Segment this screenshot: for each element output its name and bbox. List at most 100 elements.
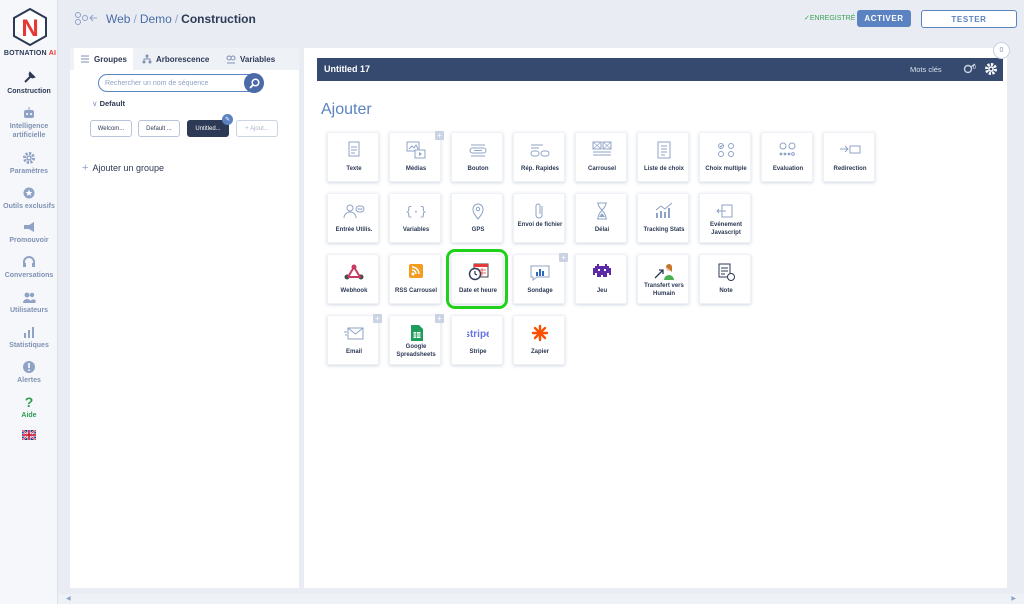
expand-plus-icon[interactable]: + — [373, 314, 382, 323]
activate-button[interactable]: ACTIVER — [857, 10, 911, 27]
keywords-label[interactable]: Mots clés — [910, 65, 942, 74]
component-card-rss[interactable]: RSS Carrousel — [389, 254, 441, 304]
component-card-variables[interactable]: {·} Variables — [389, 193, 441, 243]
test-button[interactable]: TESTER — [921, 10, 1017, 28]
human-transfer-icon — [654, 264, 674, 280]
chevron-down-icon: ∨ — [92, 99, 100, 108]
keywords-icon[interactable]: 0 — [963, 63, 977, 75]
component-card-stripe[interactable]: stripe Stripe — [451, 315, 503, 365]
search-button[interactable] — [244, 73, 264, 93]
component-card-rating[interactable]: Evaluation — [761, 132, 813, 182]
headset-icon — [23, 256, 35, 267]
settings-gear-icon[interactable] — [984, 62, 998, 76]
flow-back-icon[interactable] — [74, 11, 98, 25]
saved-status: ✓ENREGISTRÉ — [804, 15, 856, 22]
sequence-title[interactable]: Untitled 17 — [324, 64, 370, 74]
sidebar-item-settings[interactable]: Paramètres — [0, 151, 58, 176]
tab-variables[interactable]: Variables — [226, 54, 275, 64]
language-selector[interactable] — [0, 430, 58, 442]
component-card-file-upload[interactable]: Envoi de fichier — [513, 193, 565, 243]
tab-tree[interactable]: Arborescence — [142, 54, 209, 64]
component-card-tracking[interactable]: Tracking Stats — [637, 193, 689, 243]
sidebar-item-promote[interactable]: Promouvoir — [0, 220, 58, 245]
component-card-zapier[interactable]: Zapier — [513, 315, 565, 365]
file-upload-icon — [535, 203, 543, 219]
horizontal-scrollbar[interactable]: ◀ ▶ — [58, 594, 1024, 604]
component-label: Transfert vers Humain — [644, 283, 684, 297]
botnation-logo[interactable]: N — [13, 8, 47, 46]
sidebar-item-construction[interactable]: Construction — [0, 71, 58, 96]
component-label: Note — [719, 288, 733, 294]
component-card-datetime[interactable]: Date et heure — [446, 249, 508, 309]
component-card-button[interactable]: Bouton — [451, 132, 503, 182]
hourglass-icon — [597, 202, 607, 220]
poll-icon — [530, 265, 550, 281]
sidebar-item-alerts[interactable]: Alertes — [0, 360, 58, 385]
expand-plus-icon[interactable]: + — [435, 131, 444, 140]
sequence-default[interactable]: Default ... — [138, 120, 180, 137]
add-sequence-button[interactable]: + Ajout... — [236, 120, 278, 137]
component-card-human-transfer[interactable]: Transfert vers Humain — [637, 254, 689, 304]
component-card-hourglass[interactable]: Délai — [575, 193, 627, 243]
tab-groups[interactable]: Groupes — [74, 48, 133, 70]
note-icon — [718, 263, 735, 281]
component-card-multiple-choice[interactable]: Choix multiple — [699, 132, 751, 182]
tracking-icon — [655, 202, 673, 218]
component-card-gps[interactable]: GPS — [451, 193, 503, 243]
js-event-icon — [716, 204, 733, 218]
expand-plus-icon[interactable]: + — [559, 253, 568, 262]
component-card-user-input[interactable]: Entrée Utilis. — [327, 193, 379, 243]
component-label: Texte — [346, 166, 362, 172]
sequence-welcome[interactable]: Welcom... — [90, 120, 132, 137]
sidebar-item-conversations[interactable]: Conversations — [0, 255, 58, 280]
component-label: Sondage — [527, 288, 553, 294]
sequence-search-input[interactable]: Rechercher un nom de séquence — [98, 74, 260, 92]
component-card-js-event[interactable]: Evénement Javascript — [699, 193, 751, 243]
media-icon — [406, 141, 426, 159]
component-label: Rép. Rapides — [520, 166, 559, 172]
component-card-note[interactable]: Note — [699, 254, 751, 304]
variables-icon: {·} — [405, 205, 427, 219]
panel-tabs: Groupes Arborescence Variables — [70, 48, 299, 70]
component-card-quick-replies[interactable]: Rép. Rapides — [513, 132, 565, 182]
component-card-spreadsheet[interactable]: Google Spreadsheets + — [389, 314, 444, 365]
component-card-media[interactable]: Médias + — [389, 131, 444, 182]
component-label: Envoi de fichier — [517, 222, 563, 228]
rating-icon — [779, 142, 796, 156]
sidebar-item-users[interactable]: Utilisateurs — [0, 290, 58, 315]
breadcrumb-demo[interactable]: Demo — [140, 12, 172, 26]
component-card-text[interactable]: Texte — [327, 132, 379, 182]
variables-tab-icon — [226, 55, 236, 64]
uk-flag-icon — [22, 430, 36, 440]
left-sidebar: N BOTNATION AI Construction Intelligence… — [0, 0, 58, 604]
scroll-right-icon[interactable]: ▶ — [1011, 595, 1016, 602]
component-card-redirect[interactable]: Redirection — [823, 132, 875, 182]
robot-icon — [24, 107, 34, 118]
carousel-icon — [592, 141, 612, 156]
component-card-choice-list[interactable]: Liste de choix — [637, 132, 689, 182]
plus-icon: + — [82, 162, 89, 174]
component-card-email[interactable]: Email + — [327, 314, 382, 365]
sidebar-item-help[interactable]: ? Aide — [0, 395, 58, 420]
component-label: Tracking Stats — [643, 227, 685, 233]
wrench-icon — [24, 71, 36, 83]
edit-sequence-icon[interactable]: ✎ — [222, 114, 233, 125]
multiple-choice-icon — [718, 143, 734, 157]
sidebar-item-statistics[interactable]: Statistiques — [0, 325, 58, 350]
component-label: Carrousel — [587, 166, 616, 172]
add-group-button[interactable]: + Ajouter un groupe — [82, 162, 164, 174]
sidebar-item-exclusive-tools[interactable]: Outils exclusifs — [0, 186, 58, 211]
scroll-left-icon[interactable]: ◀ — [66, 595, 71, 602]
expand-plus-icon[interactable]: + — [435, 314, 444, 323]
stripe-icon: stripe — [467, 329, 489, 340]
choice-list-icon — [657, 141, 671, 159]
component-card-poll[interactable]: Sondage + — [513, 253, 568, 304]
breadcrumb-web[interactable]: Web — [106, 12, 130, 26]
component-card-webhook[interactable]: Webhook — [327, 254, 379, 304]
sidebar-item-ai[interactable]: Intelligence artificielle — [0, 106, 58, 140]
notification-counter[interactable]: 0 — [993, 42, 1010, 59]
component-card-carousel[interactable]: Carrousel — [575, 132, 627, 182]
svg-text:N: N — [21, 15, 38, 42]
component-card-game[interactable]: Jeu — [575, 254, 627, 304]
group-default-toggle[interactable]: ∨ Default — [92, 99, 125, 108]
